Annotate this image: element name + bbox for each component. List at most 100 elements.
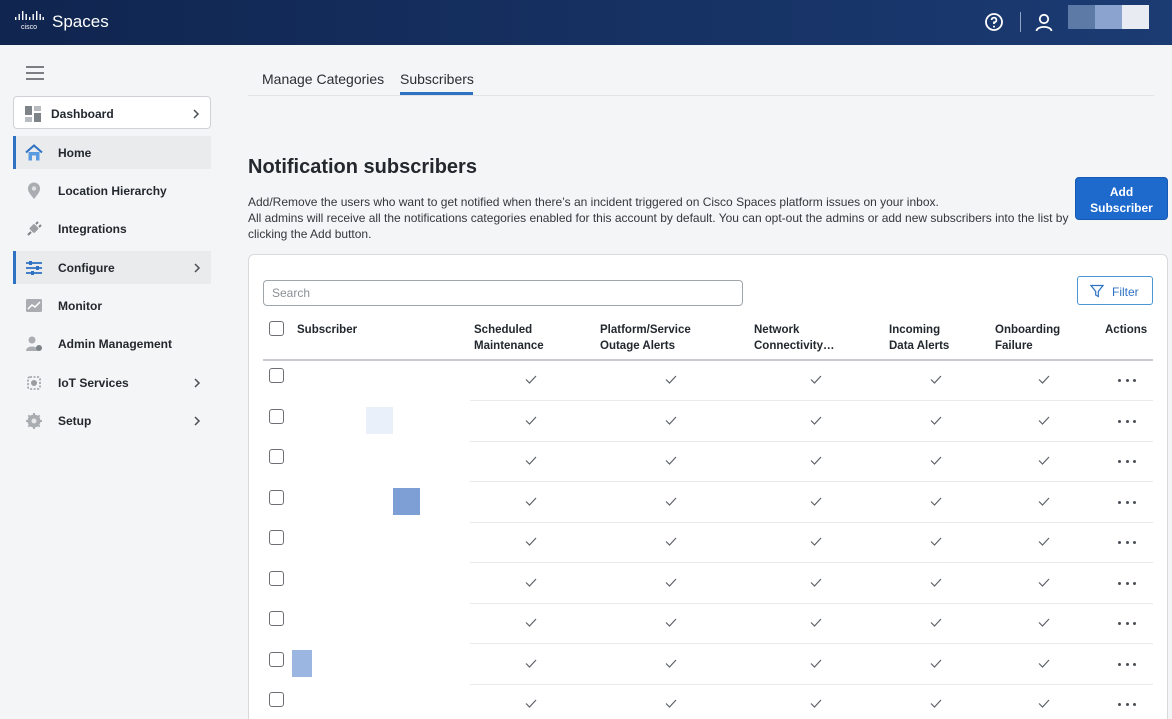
sidebar-item-label: Monitor bbox=[58, 299, 102, 313]
sidebar-item-configure[interactable]: Configure bbox=[13, 251, 211, 284]
table-row[interactable] bbox=[263, 564, 1153, 604]
column-header-text: Data Alerts bbox=[889, 340, 950, 352]
checkmark-icon bbox=[810, 493, 822, 506]
column-header-text: Onboarding bbox=[995, 324, 1061, 336]
checkmark-icon bbox=[1038, 574, 1050, 587]
checkmark-icon bbox=[665, 574, 677, 587]
checkmark-icon bbox=[810, 412, 822, 425]
add-button-label: Subscriber bbox=[1090, 201, 1153, 215]
account-avatar[interactable] bbox=[1068, 5, 1149, 29]
search-field[interactable] bbox=[263, 280, 743, 306]
checkmark-icon bbox=[810, 533, 822, 546]
row-actions-menu-icon[interactable] bbox=[1118, 460, 1136, 464]
sidebar-item-label: Dashboard bbox=[51, 107, 114, 121]
checkmark-icon bbox=[930, 371, 942, 384]
row-checkbox[interactable] bbox=[269, 692, 284, 707]
redacted-subscriber-block bbox=[393, 488, 420, 515]
brand-name: Spaces bbox=[52, 12, 109, 31]
checkmark-icon bbox=[1038, 533, 1050, 546]
help-icon[interactable] bbox=[984, 12, 1004, 32]
column-header-scheduled-maintenance[interactable]: Scheduled Maintenance bbox=[474, 322, 544, 354]
checkmark-icon bbox=[525, 371, 537, 384]
row-actions-menu-icon[interactable] bbox=[1118, 541, 1136, 545]
table-row[interactable] bbox=[263, 645, 1153, 685]
checkmark-icon bbox=[525, 614, 537, 627]
checkmark-icon bbox=[930, 412, 942, 425]
column-header-platform-service-outage[interactable]: Platform/Service Outage Alerts bbox=[600, 322, 691, 354]
checkmark-icon bbox=[810, 371, 822, 384]
row-actions-menu-icon[interactable] bbox=[1118, 662, 1136, 667]
filter-button[interactable]: Filter bbox=[1077, 276, 1153, 305]
tab-subscribers[interactable]: Subscribers bbox=[400, 71, 474, 87]
table-row[interactable] bbox=[263, 442, 1153, 482]
column-header-onboarding-failure[interactable]: Onboarding Failure bbox=[995, 322, 1060, 354]
logo-text: cisco bbox=[21, 24, 37, 31]
chevron-right-icon bbox=[194, 378, 201, 388]
iot-chip-icon bbox=[27, 376, 41, 390]
table-row[interactable] bbox=[263, 604, 1153, 644]
select-all-checkbox[interactable] bbox=[269, 321, 284, 336]
sidebar-item-setup[interactable]: Setup bbox=[13, 404, 211, 437]
column-header-text: Scheduled bbox=[474, 324, 533, 336]
checkmark-icon bbox=[930, 533, 942, 546]
row-checkbox[interactable] bbox=[269, 489, 284, 505]
chevron-right-icon bbox=[193, 109, 200, 119]
checkmark-icon bbox=[525, 655, 537, 668]
row-actions-menu-icon[interactable] bbox=[1118, 581, 1136, 586]
sidebar-item-iot-services[interactable]: IoT Services bbox=[13, 366, 211, 399]
checkmark-icon bbox=[665, 533, 677, 546]
sidebar-item-dashboard[interactable]: Dashboard bbox=[13, 96, 211, 129]
checkmark-icon bbox=[665, 493, 677, 506]
redacted-subscriber-block bbox=[292, 650, 312, 677]
row-checkbox[interactable] bbox=[269, 449, 284, 464]
home-icon bbox=[25, 144, 43, 161]
column-header-text: Network bbox=[754, 324, 800, 336]
row-actions-menu-icon[interactable] bbox=[1118, 703, 1136, 707]
row-checkbox[interactable] bbox=[269, 530, 284, 545]
search-input[interactable] bbox=[264, 281, 742, 305]
redacted-subscriber-block bbox=[366, 407, 393, 434]
table-row[interactable] bbox=[263, 685, 1153, 719]
row-checkbox[interactable] bbox=[269, 408, 284, 424]
add-subscriber-button[interactable]: Add Subscriber bbox=[1075, 177, 1168, 220]
row-actions-menu-icon[interactable] bbox=[1118, 622, 1136, 626]
table-row[interactable] bbox=[263, 361, 1153, 401]
sidebar-item-home[interactable]: Home bbox=[13, 136, 211, 169]
checkmark-icon bbox=[810, 655, 822, 668]
gear-icon bbox=[26, 413, 42, 429]
row-checkbox[interactable] bbox=[269, 651, 284, 667]
sidebar-item-admin-management[interactable]: Admin Management bbox=[13, 327, 211, 360]
checkmark-icon bbox=[525, 452, 537, 465]
filter-label: Filter bbox=[1112, 285, 1139, 299]
top-bar: cisco Spaces bbox=[0, 0, 1172, 45]
sidebar-item-monitor[interactable]: Monitor bbox=[13, 289, 211, 322]
row-actions-menu-icon[interactable] bbox=[1118, 419, 1136, 424]
column-header-incoming-data-alerts[interactable]: Incoming Data Alerts bbox=[889, 322, 949, 354]
cisco-logo-icon[interactable]: cisco bbox=[14, 11, 44, 31]
location-pin-icon bbox=[28, 182, 40, 199]
row-checkbox[interactable] bbox=[269, 368, 284, 383]
menu-toggle-icon[interactable] bbox=[26, 66, 44, 80]
row-checkbox[interactable] bbox=[269, 611, 284, 626]
tab-manage-categories[interactable]: Manage Categories bbox=[262, 71, 384, 87]
row-checkbox[interactable] bbox=[269, 570, 284, 586]
column-header-network-connectivity[interactable]: Network Connectivity… bbox=[754, 322, 835, 354]
sidebar-item-label: Home bbox=[58, 146, 92, 160]
checkmark-icon bbox=[810, 695, 822, 708]
table-row[interactable] bbox=[263, 402, 1153, 442]
column-header-subscriber[interactable]: Subscriber bbox=[297, 322, 357, 338]
column-header-text: Failure bbox=[995, 340, 1033, 352]
checkmark-icon bbox=[930, 493, 942, 506]
row-actions-menu-icon[interactable] bbox=[1118, 500, 1136, 505]
chevron-right-icon bbox=[194, 416, 201, 426]
checkmark-icon bbox=[1038, 452, 1050, 465]
checkmark-icon bbox=[525, 695, 537, 708]
sidebar-item-integrations[interactable]: Integrations bbox=[13, 212, 211, 245]
table-row[interactable] bbox=[263, 523, 1153, 563]
sidebar-item-label: IoT Services bbox=[58, 376, 129, 390]
row-actions-menu-icon[interactable] bbox=[1118, 379, 1136, 383]
checkmark-icon bbox=[810, 452, 822, 465]
sidebar-item-location-hierarchy[interactable]: Location Hierarchy bbox=[13, 174, 211, 207]
checkmark-icon bbox=[810, 614, 822, 627]
user-icon[interactable] bbox=[1034, 12, 1054, 32]
